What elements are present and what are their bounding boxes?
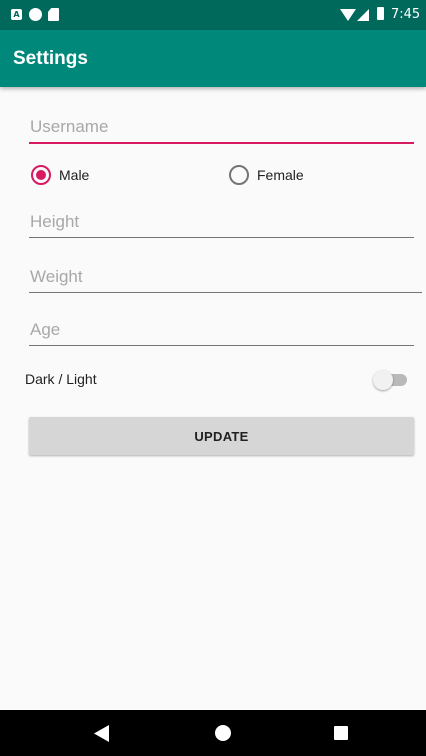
notification-a-glyph: A [13, 9, 20, 19]
battery-icon [377, 7, 384, 20]
radio-male[interactable]: Male [31, 163, 89, 187]
page-title: Settings [13, 48, 88, 69]
app-bar: Settings [0, 30, 426, 87]
radio-female-label: Female [257, 167, 304, 183]
radio-female-indicator[interactable] [229, 165, 249, 185]
nav-bar [0, 710, 426, 756]
home-icon[interactable] [215, 725, 231, 741]
switch-thumb[interactable] [373, 370, 393, 390]
wifi-icon [340, 9, 356, 21]
radio-female[interactable]: Female [229, 163, 304, 187]
back-icon[interactable] [94, 725, 109, 742]
status-bar: A 7:45 [0, 0, 426, 30]
update-button[interactable]: UPDATE [29, 417, 414, 455]
theme-switch[interactable] [373, 370, 407, 390]
weight-field[interactable] [29, 261, 422, 293]
age-field[interactable] [29, 314, 414, 346]
radio-male-label: Male [59, 167, 90, 183]
notification-a-icon: A [11, 9, 22, 20]
recents-icon[interactable] [334, 726, 348, 740]
notification-circle-icon [29, 8, 42, 21]
height-field[interactable] [29, 206, 414, 238]
username-field[interactable] [29, 112, 414, 144]
radio-male-indicator[interactable] [31, 165, 51, 185]
signal-icon [357, 9, 369, 21]
theme-switch-label: Dark / Light [25, 371, 97, 387]
status-time: 7:45 [391, 7, 421, 22]
sd-card-icon [48, 8, 59, 21]
